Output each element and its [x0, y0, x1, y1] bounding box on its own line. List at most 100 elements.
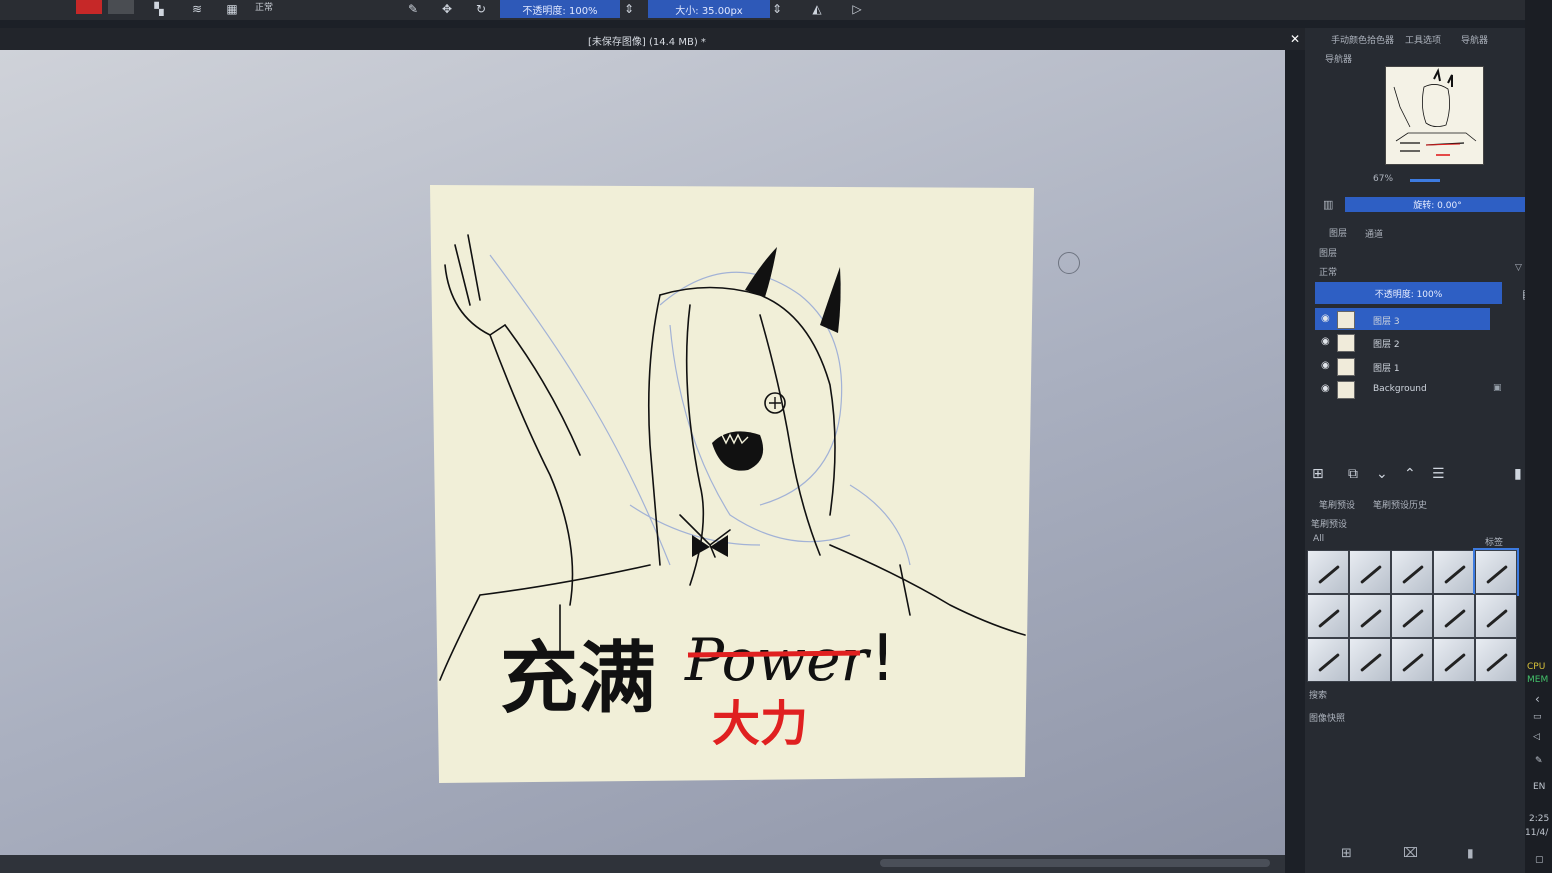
brush-preset[interactable]: [1473, 548, 1519, 596]
pen-icon[interactable]: ✎: [1535, 756, 1543, 766]
close-icon[interactable]: ✕: [1290, 32, 1300, 46]
layer-row[interactable]: ◉ 图层 2: [1315, 331, 1537, 353]
layer-name: 图层 1: [1373, 364, 1400, 374]
layer-name: 图层 3: [1373, 317, 1400, 327]
brush-preset[interactable]: [1433, 638, 1475, 682]
notification-icon[interactable]: ▢: [1535, 855, 1544, 865]
volume-icon[interactable]: ◁: [1533, 732, 1540, 742]
layer-row[interactable]: ◉ Background ▣: [1315, 378, 1537, 400]
add-layer-icon[interactable]: ⊞: [1312, 466, 1324, 482]
brush-presets-title: 笔刷预设: [1311, 520, 1348, 530]
brush-preset[interactable]: [1307, 550, 1349, 594]
navigator-thumbnail[interactable]: [1385, 66, 1484, 165]
layer-name: 图层 2: [1373, 340, 1400, 350]
system-tray: CPU MEM ‹ ▭ ◁ ✎ EN 2:25 11/4/ ▢: [1525, 0, 1552, 873]
layer-row[interactable]: ◉ 图层 3: [1315, 308, 1490, 330]
delete-snapshot-icon[interactable]: ▮: [1467, 846, 1474, 860]
tab-channels[interactable]: 通道: [1365, 227, 1383, 240]
brush-preset[interactable]: [1349, 594, 1391, 638]
document-title[interactable]: [未保存图像] (14.4 MB) *: [588, 33, 706, 48]
gradient-icon[interactable]: ≋: [190, 2, 204, 16]
blend-mode-select[interactable]: 正常: [255, 0, 273, 13]
pattern-icon[interactable]: ▚: [152, 2, 166, 16]
delete-layer-icon[interactable]: ▮: [1514, 466, 1522, 482]
brush-preset[interactable]: [1433, 594, 1475, 638]
brush-preset[interactable]: [1391, 550, 1433, 594]
navigator-preview: [1393, 67, 1477, 156]
network-icon[interactable]: ▭: [1533, 712, 1542, 722]
tab-brush-presets[interactable]: 笔刷预设: [1319, 498, 1355, 511]
filter-icon[interactable]: ▽: [1515, 263, 1522, 273]
brush-preset[interactable]: [1307, 638, 1349, 682]
layer-name: Background: [1373, 384, 1427, 394]
lock-icon[interactable]: ▣: [1493, 383, 1502, 393]
canvas-view-icon[interactable]: ▥: [1323, 198, 1333, 211]
brush-preset-grid: [1307, 548, 1519, 682]
eraser-icon[interactable]: ✎: [406, 2, 420, 16]
eye-icon[interactable]: ◉: [1321, 383, 1330, 394]
move-layer-up-icon[interactable]: ⌃: [1404, 466, 1416, 482]
navigator-title: 导航器: [1325, 55, 1353, 65]
eye-icon[interactable]: ◉: [1321, 313, 1330, 324]
foreground-color-swatch[interactable]: [76, 0, 102, 14]
cpu-label: CPU: [1527, 662, 1546, 672]
move-layer-down-icon[interactable]: ⌄: [1376, 466, 1388, 482]
layer-opacity-field[interactable]: 不透明度: 100%: [1315, 282, 1502, 304]
zoom-slider[interactable]: [1410, 179, 1440, 182]
drawing-canvas[interactable]: 充满 Power ! 大力: [430, 185, 1034, 783]
size-stepper-icon[interactable]: ⇕: [770, 2, 784, 16]
brush-cursor: [1058, 252, 1080, 274]
tab-brush-history[interactable]: 笔刷预设历史: [1373, 498, 1427, 511]
tab-layers[interactable]: 图层: [1329, 226, 1347, 239]
zoom-level: 67%: [1373, 174, 1394, 184]
brush-preset[interactable]: [1475, 638, 1517, 682]
rotation-field[interactable]: 旋转: 0.00°: [1345, 197, 1530, 212]
horizontal-scrollbar[interactable]: [0, 855, 1285, 873]
layer-thumbnail: [1337, 334, 1355, 352]
tag-checkbox-label[interactable]: 标签: [1485, 535, 1503, 548]
chevron-left-icon[interactable]: ‹: [1535, 692, 1540, 706]
mirror-vertical-icon[interactable]: ▷: [850, 2, 864, 16]
brush-preset[interactable]: [1349, 638, 1391, 682]
eye-icon[interactable]: ◉: [1321, 336, 1330, 347]
mirror-horizontal-icon[interactable]: ◭: [810, 2, 824, 16]
size-field[interactable]: 大小: 35.00px: [648, 0, 770, 18]
clock-date[interactable]: 11/4/: [1525, 828, 1548, 838]
grid-icon[interactable]: ▦: [225, 2, 239, 16]
artwork-exclaim: !: [870, 622, 896, 696]
opacity-field[interactable]: 不透明度: 100%: [500, 0, 620, 18]
layers-title: 图层: [1319, 249, 1338, 259]
reload-icon[interactable]: ↻: [474, 2, 488, 16]
duplicate-layer-icon[interactable]: ⧉: [1348, 466, 1358, 482]
brush-preset[interactable]: [1475, 594, 1517, 638]
layer-menu-icon[interactable]: ☰: [1432, 466, 1445, 482]
artwork-struck-word: Power: [684, 626, 872, 694]
layer-thumbnail: [1337, 381, 1355, 399]
layer-row[interactable]: ◉ 图层 1: [1315, 355, 1537, 377]
sketch-artwork: 充满 Power ! 大力: [439, 234, 1026, 752]
alpha-lock-icon[interactable]: ✥: [440, 2, 454, 16]
document-tab-bar: [未保存图像] (14.4 MB) * ✕: [0, 28, 1305, 50]
brush-filter-select[interactable]: All: [1313, 534, 1324, 544]
mem-label: MEM: [1527, 675, 1549, 685]
brush-preset[interactable]: [1433, 550, 1475, 594]
opacity-stepper-icon[interactable]: ⇕: [622, 2, 636, 16]
layer-thumbnail: [1337, 358, 1355, 376]
brush-preset[interactable]: [1307, 594, 1349, 638]
brush-search-label[interactable]: 搜索: [1309, 688, 1327, 701]
artwork-main-text: 充满: [500, 634, 656, 724]
brush-preset[interactable]: [1349, 550, 1391, 594]
layer-blend-mode-select[interactable]: 正常: [1319, 265, 1337, 278]
tab-tool-options[interactable]: 工具选项: [1405, 33, 1441, 46]
clock-time[interactable]: 2:25: [1529, 814, 1549, 824]
tab-navigator[interactable]: 导航器: [1461, 33, 1488, 46]
eye-icon[interactable]: ◉: [1321, 360, 1330, 371]
tab-color-selector[interactable]: 手动颜色拾色器: [1331, 33, 1394, 46]
top-toolbar: ▚ ≋ ▦ 正常 ✎ ✥ ↻ 不透明度: 100% ⇕ 大小: 35.00px …: [0, 0, 1552, 20]
language-indicator[interactable]: EN: [1533, 782, 1545, 792]
background-color-swatch[interactable]: [108, 0, 134, 14]
add-snapshot-icon[interactable]: ⊞: [1341, 846, 1352, 861]
brush-preset[interactable]: [1391, 594, 1433, 638]
brush-preset[interactable]: [1391, 638, 1433, 682]
camera-icon[interactable]: ⌧: [1403, 846, 1418, 861]
